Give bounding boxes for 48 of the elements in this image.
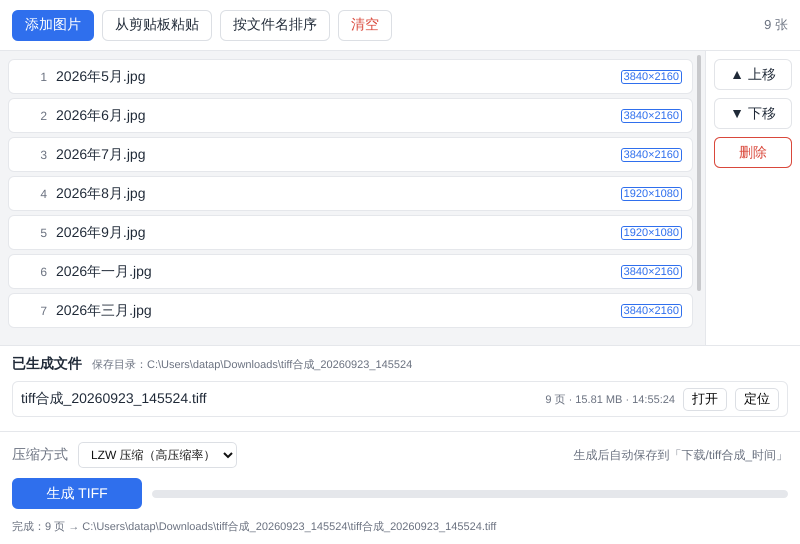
compression-label: 压缩方式: [12, 446, 68, 464]
file-name: 2026年9月.jpg: [56, 224, 147, 242]
compression-select[interactable]: LZW 压缩（高压缩率）: [78, 442, 237, 468]
row-number: 2: [39, 108, 47, 123]
resolution-tag: 3840×2160: [620, 304, 682, 318]
row-number: 6: [39, 264, 47, 279]
toolbar-button[interactable]: 按文件名排序: [220, 10, 330, 41]
output-file-name: tiff合成_20260923_145524.tiff: [21, 390, 208, 408]
image-row[interactable]: 7 2026年三月.jpg 3840×2160: [8, 293, 693, 328]
row-number: 1: [39, 70, 47, 84]
image-count: 9 张: [764, 16, 788, 34]
image-row[interactable]: 5 2026年9月.jpg 1920×1080: [8, 215, 693, 250]
image-row[interactable]: 4 2026年8月.jpg 1920×1080: [8, 176, 693, 212]
resolution-tag: 3840×2160: [620, 70, 682, 84]
resolution-tag: 1920×1080: [620, 226, 682, 240]
file-name: 2026年8月.jpg: [56, 184, 147, 203]
status-message: 完成：9 页 → C:\Users\datap\Downloads\tiff合成_20260923_145524\tiff合成_20260923_145524.tiff: [12, 520, 498, 534]
image-row[interactable]: 3 2026年7月.jpg 3840×2160: [8, 137, 693, 172]
row-number: 5: [39, 226, 47, 240]
toolbar-button[interactable]: 添加图片: [12, 10, 94, 41]
row-number: 3: [39, 148, 47, 162]
row-number: 4: [39, 186, 47, 201]
file-name: 2026年一月.jpg: [56, 262, 153, 281]
resolution-tag: 3840×2160: [620, 148, 682, 162]
file-action-button[interactable]: 打开: [683, 388, 727, 410]
file-action-button[interactable]: 定位: [735, 388, 779, 410]
generate-button[interactable]: 生成 TIFF: [12, 478, 142, 509]
file-name: 2026年三月.jpg: [56, 302, 153, 320]
save-directory: 保存目录：C:\Users\datap\Downloads\tiff合成_20260923_145524: [92, 358, 412, 372]
image-row[interactable]: 1 2026年5月.jpg 3840×2160: [8, 59, 693, 94]
file-name: 2026年5月.jpg: [56, 68, 147, 86]
delete-button[interactable]: 删除: [714, 137, 792, 168]
file-meta: 9 页 · 15.81 MB · 14:55:24: [545, 392, 675, 406]
row-number: 7: [39, 304, 47, 318]
image-row[interactable]: 2 2026年6月.jpg 3840×2160: [8, 98, 693, 134]
save-hint: 生成后自动保存到「下载/tiff合成_时间」: [574, 446, 788, 464]
section-title: 已生成文件: [12, 355, 82, 373]
resolution-tag: 3840×2160: [620, 264, 682, 279]
image-row[interactable]: 6 2026年一月.jpg 3840×2160: [8, 254, 693, 290]
toolbar-button[interactable]: 从剪贴板粘贴: [102, 10, 212, 41]
file-name: 2026年6月.jpg: [56, 106, 147, 125]
move-button[interactable]: ▼ 下移: [714, 98, 792, 130]
resolution-tag: 3840×2160: [620, 108, 682, 123]
resolution-tag: 1920×1080: [620, 186, 682, 201]
scrollbar-thumb[interactable]: [697, 55, 701, 292]
file-name: 2026年7月.jpg: [56, 146, 147, 164]
move-button[interactable]: ▲ 上移: [714, 59, 792, 90]
clear-button[interactable]: 清空: [338, 10, 392, 41]
